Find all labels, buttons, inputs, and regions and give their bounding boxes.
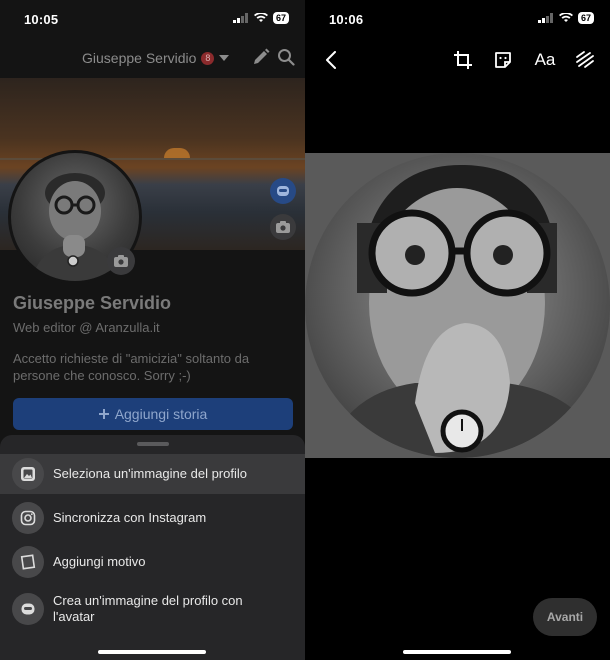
profile-job: Web editor @ Aranzulla.it <box>13 320 160 335</box>
camera-icon <box>114 255 128 267</box>
add-story-button[interactable]: Aggiungi storia <box>13 398 293 430</box>
cover-sunset <box>164 148 190 158</box>
profile-camera-button[interactable] <box>107 247 135 275</box>
sheet-item-label: Sincronizza con Instagram <box>53 510 207 525</box>
status-bar: 10:06 67 <box>305 0 610 38</box>
status-time: 10:05 <box>24 12 59 27</box>
action-sheet: Seleziona un'immagine del profilo Sincro… <box>0 435 305 660</box>
avatar-icon <box>277 186 289 196</box>
status-icons: 67 <box>232 12 289 24</box>
portrait-image <box>325 164 605 458</box>
crop-button[interactable] <box>451 48 475 72</box>
battery-indicator: 67 <box>272 12 289 24</box>
sheet-item-label: Crea un'immagine del profilo con l'avata… <box>53 593 243 624</box>
sticker-button[interactable] <box>491 48 515 72</box>
text-tool-button[interactable]: Aa <box>531 48 559 72</box>
editor-toolbar: Aa <box>305 44 610 76</box>
status-bar: 10:05 67 <box>0 0 305 38</box>
profile-header: Giuseppe Servidio 8 <box>0 38 305 78</box>
account-switcher[interactable]: Giuseppe Servidio 8 <box>82 50 230 66</box>
chevron-down-icon <box>219 55 230 61</box>
instagram-icon <box>12 502 44 534</box>
pencil-icon <box>254 48 270 64</box>
frame-icon <box>12 546 44 578</box>
notification-badge: 8 <box>201 51 215 65</box>
next-button[interactable]: Avanti <box>533 598 597 636</box>
text-tool-label: Aa <box>534 50 556 69</box>
sheet-item-select-profile-picture[interactable]: Seleziona un'immagine del profilo <box>0 454 305 494</box>
add-story-label: Aggiungi storia <box>114 406 208 422</box>
sheet-grabber[interactable] <box>137 442 169 446</box>
sticker-icon <box>495 52 511 68</box>
search-button[interactable] <box>277 48 297 68</box>
signal-icon <box>537 13 553 23</box>
photo-preview[interactable] <box>305 153 610 458</box>
profile-crop-circle <box>305 153 610 458</box>
status-time: 10:06 <box>329 12 364 27</box>
profile-bio: Accetto richieste di "amicizia" soltanto… <box>13 351 250 383</box>
sheet-item-create-avatar[interactable]: Crea un'immagine del profilo con l'avata… <box>0 587 305 631</box>
cover-camera-button[interactable] <box>270 214 296 240</box>
crop-icon <box>454 51 472 69</box>
sheet-item-label: Aggiungi motivo <box>53 554 146 569</box>
wifi-icon <box>253 13 268 22</box>
sheet-item-sync-instagram[interactable]: Sincronizza con Instagram <box>0 498 305 538</box>
camera-icon <box>276 221 290 233</box>
chevron-left-icon <box>326 51 336 69</box>
account-name: Giuseppe Servidio <box>82 50 197 66</box>
signal-icon <box>232 13 248 23</box>
left-screen: 10:05 67 Giuseppe Servidio 8 Giuseppe Se… <box>0 0 305 660</box>
battery-indicator: 67 <box>577 12 594 24</box>
home-indicator[interactable] <box>98 650 206 654</box>
draw-icon <box>576 51 594 68</box>
avatar-badge-button[interactable] <box>270 178 296 204</box>
image-icon <box>12 458 44 490</box>
plus-icon <box>98 409 109 419</box>
search-icon <box>278 49 295 66</box>
right-screen: 10:06 67 Aa Avanti <box>305 0 610 660</box>
draw-button[interactable] <box>573 48 597 72</box>
home-indicator[interactable] <box>403 650 511 654</box>
status-icons: 67 <box>537 12 594 24</box>
wifi-icon <box>558 13 573 22</box>
sheet-item-add-frame[interactable]: Aggiungi motivo <box>0 542 305 582</box>
profile-name: Giuseppe Servidio <box>13 293 172 313</box>
edit-button[interactable] <box>252 48 272 68</box>
back-button[interactable] <box>319 48 343 72</box>
sheet-item-label: Seleziona un'immagine del profilo <box>53 466 247 481</box>
avatar-icon <box>12 593 44 625</box>
